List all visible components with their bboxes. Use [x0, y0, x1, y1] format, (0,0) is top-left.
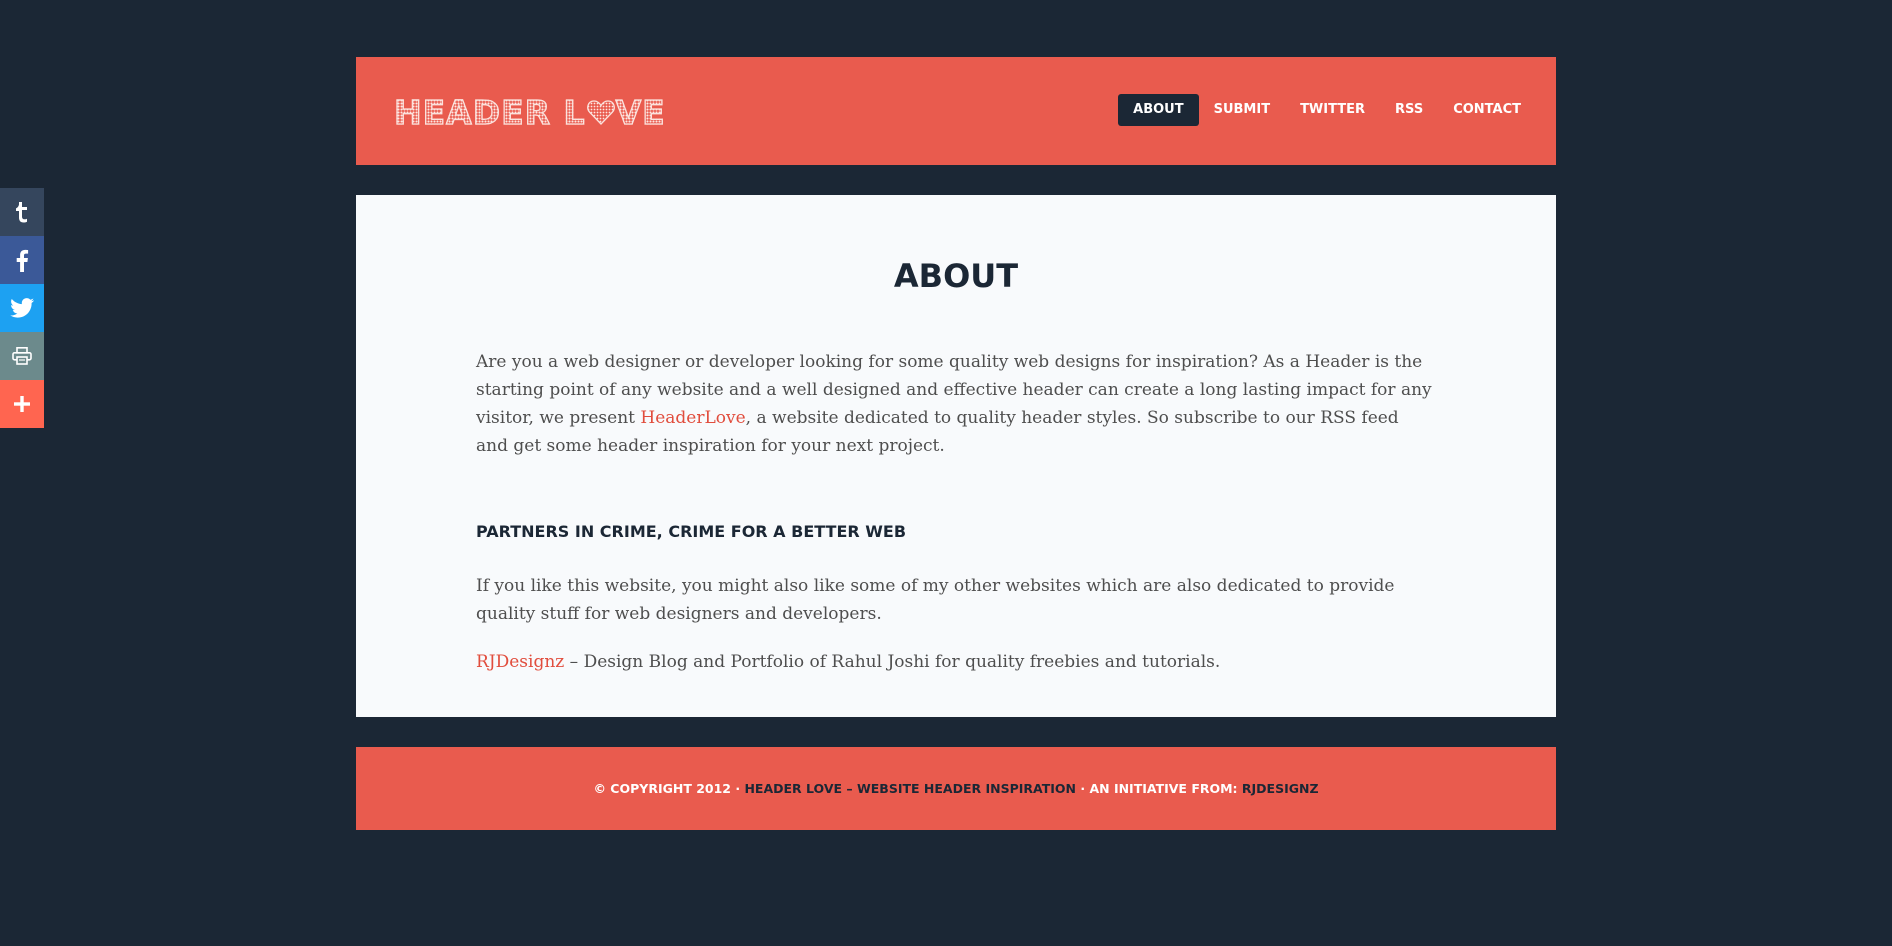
footer-copyright: © COPYRIGHT 2012 ·: [593, 781, 745, 796]
tumblr-share-button[interactable]: [0, 188, 44, 236]
print-icon: [12, 347, 32, 365]
print-button[interactable]: [0, 332, 44, 380]
partners-paragraph: If you like this website, you might also…: [476, 576, 1395, 624]
nav-submit[interactable]: SUBMIT: [1199, 94, 1285, 126]
twitter-icon: [10, 298, 34, 318]
share-bar: [0, 188, 44, 428]
plus-icon: [14, 396, 30, 412]
nav-rss[interactable]: RSS: [1380, 94, 1438, 126]
footer-site-link[interactable]: HEADER LOVE – WEBSITE HEADER INSPIRATION: [744, 781, 1076, 796]
intro-paragraph: Are you a web designer or developer look…: [476, 348, 1436, 460]
footer-initiative: · AN INITIATIVE FROM:: [1076, 781, 1242, 796]
nav-about[interactable]: ABOUT: [1118, 94, 1199, 126]
rjdesignz-link[interactable]: RJDesignz: [476, 652, 564, 672]
twitter-share-button[interactable]: [0, 284, 44, 332]
site-footer: © COPYRIGHT 2012 · HEADER LOVE – WEBSITE…: [356, 747, 1556, 830]
logo-text-end: VE: [615, 92, 666, 132]
logo-wordmark: HEADER L VE: [393, 92, 666, 132]
heart-icon: [586, 100, 615, 125]
rjdesignz-description: – Design Blog and Portfolio of Rahul Jos…: [564, 652, 1221, 672]
site-logo[interactable]: HEADER L VE: [393, 90, 666, 134]
rjdesignz-paragraph: RJDesignz – Design Blog and Portfolio of…: [476, 648, 1436, 676]
footer-author-link[interactable]: RJDESIGNZ: [1242, 781, 1319, 796]
nav-contact[interactable]: CONTACT: [1438, 94, 1536, 126]
main-content: ABOUT Are you a web designer or develope…: [356, 195, 1556, 717]
page-title: ABOUT: [893, 257, 1019, 295]
headerlove-link[interactable]: HeaderLove: [640, 408, 745, 428]
facebook-icon: [16, 249, 29, 272]
site-header: HEADER L VE ABOUT SUBMIT TWITTER RSS CON…: [356, 57, 1556, 165]
facebook-share-button[interactable]: [0, 236, 44, 284]
partners-heading: PARTNERS IN CRIME, CRIME FOR A BETTER WE…: [476, 522, 907, 541]
logo-text-start: HEADER L: [393, 92, 586, 132]
main-nav: ABOUT SUBMIT TWITTER RSS CONTACT: [1118, 94, 1536, 126]
tumblr-icon: [16, 202, 27, 223]
more-share-button[interactable]: [0, 380, 44, 428]
nav-twitter[interactable]: TWITTER: [1285, 94, 1380, 126]
